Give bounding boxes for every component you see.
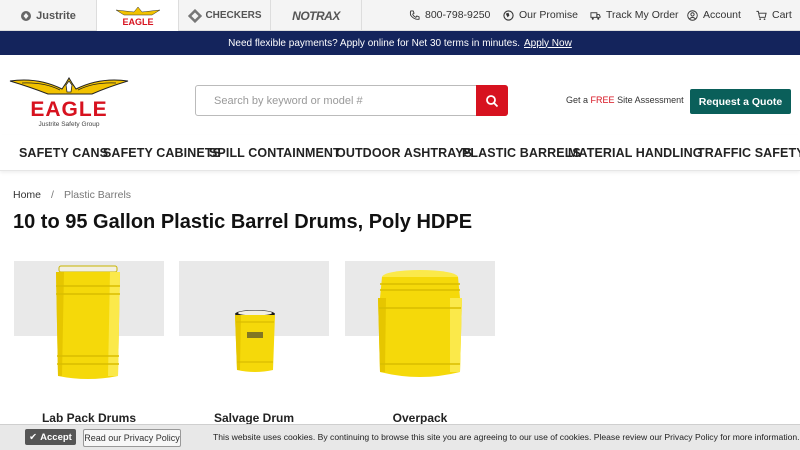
search-input[interactable]: [196, 86, 478, 115]
cookie-notice-text: This website uses cookies. By continuing…: [213, 432, 800, 442]
logo-tagline: Justrite Safety Group: [38, 121, 99, 128]
breadcrumb-current: Plastic Barrels: [63, 189, 132, 201]
link-label: Cart: [772, 9, 792, 21]
nav-item-spill-containment[interactable]: SPILL CONTAINMENT: [209, 146, 341, 160]
page-title: 10 to 95 Gallon Plastic Barrel Drums, Po…: [13, 211, 473, 233]
cart-link[interactable]: Cart: [756, 9, 792, 21]
brand-bar: Justrite EAGLE CHECKERS NOTRAX 800-798-9…: [0, 0, 800, 32]
link-label: Account: [703, 9, 741, 21]
assessment-free: FREE: [590, 95, 615, 105]
link-label: Our Promise: [519, 9, 578, 21]
apply-now-link[interactable]: Apply Now: [524, 38, 572, 49]
phone-icon: [409, 9, 420, 20]
salvage-drum-image[interactable]: [232, 308, 278, 374]
brand-divider: [361, 0, 362, 31]
nav-item-safety-cabinets[interactable]: SAFETY CABINETS: [103, 146, 221, 160]
account-link[interactable]: Account: [687, 9, 741, 21]
accept-cookies-button[interactable]: ✔ Accept: [25, 429, 76, 445]
search-icon: [486, 94, 499, 107]
privacy-policy-button[interactable]: Read our Privacy Policy: [83, 429, 181, 447]
phone-link[interactable]: 800-798-9250: [409, 9, 490, 21]
search-bar: [195, 85, 508, 116]
brand-tab-eagle[interactable]: EAGLE: [96, 0, 179, 32]
checkers-icon: [188, 8, 203, 23]
brand-tab-notrax[interactable]: NOTRAX: [271, 0, 361, 31]
nav-item-material-handling[interactable]: MATERIAL HANDLING: [568, 146, 703, 160]
brand-label: NOTRAX: [292, 8, 340, 23]
button-label: Request a Quote: [698, 95, 783, 108]
cookie-banner: ✔ Accept Read our Privacy Policy This we…: [0, 424, 800, 450]
cart-icon: [756, 10, 767, 20]
brand-tab-checkers[interactable]: CHECKERS: [180, 0, 270, 31]
account-icon: [687, 9, 698, 21]
breadcrumb: Home / Plastic Barrels: [13, 189, 131, 201]
justrite-icon: [21, 10, 32, 21]
brand-label: EAGLE: [122, 17, 153, 27]
nav-item-plastic-barrels[interactable]: PLASTIC BARRELS: [462, 146, 581, 160]
link-label: Track My Order: [606, 9, 679, 21]
brand-label: Justrite: [36, 9, 76, 22]
button-label: Read our Privacy Policy: [84, 433, 180, 443]
search-button[interactable]: [476, 85, 508, 116]
assessment-prefix: Get a: [566, 95, 589, 105]
nav-item-outdoor-ashtrays[interactable]: OUTDOOR ASHTRAYS: [336, 146, 472, 160]
eagle-brand-logo: EAGLE: [115, 6, 160, 27]
truck-icon: [590, 11, 601, 20]
phone-number: 800-798-9250: [425, 9, 491, 21]
product-title-lab-pack[interactable]: Lab Pack Drums: [14, 411, 164, 425]
product-title-salvage-drum[interactable]: Salvage Drum: [179, 411, 329, 425]
breadcrumb-separator: /: [51, 189, 54, 201]
brand-tab-justrite[interactable]: Justrite: [0, 0, 96, 31]
site-header: EAGLE Justrite Safety Group Get a FREE S…: [0, 55, 800, 135]
nav-item-traffic-safety[interactable]: TRAFFIC SAFETY: [697, 146, 800, 160]
request-quote-button[interactable]: Request a Quote: [690, 89, 791, 114]
breadcrumb-home[interactable]: Home: [13, 189, 41, 201]
logo-wordmark: EAGLE: [30, 98, 107, 121]
lab-pack-drum-image[interactable]: [50, 264, 126, 384]
main-nav: SAFETY CANS SAFETY CABINETS SPILL CONTAI…: [0, 135, 800, 171]
assessment-suffix: Site Assessment: [617, 95, 684, 105]
nav-item-safety-cans[interactable]: SAFETY CANS: [19, 146, 108, 160]
eagle-logo[interactable]: EAGLE Justrite Safety Group: [8, 75, 130, 129]
brand-label: CHECKERS: [205, 10, 262, 21]
promo-banner: Need flexible payments? Apply online for…: [0, 31, 800, 55]
our-promise-link[interactable]: Our Promise: [503, 9, 578, 21]
product-title-overpack[interactable]: Overpack: [345, 411, 495, 425]
globe-icon: [503, 9, 514, 21]
site-assessment-link[interactable]: Get a FREE Site Assessment: [566, 95, 684, 105]
promo-text: Need flexible payments? Apply online for…: [228, 37, 520, 49]
button-label: Accept: [40, 431, 72, 443]
overpack-drum-image[interactable]: [374, 268, 466, 382]
checkmark-icon: ✔: [29, 431, 38, 443]
track-order-link[interactable]: Track My Order: [590, 9, 679, 21]
